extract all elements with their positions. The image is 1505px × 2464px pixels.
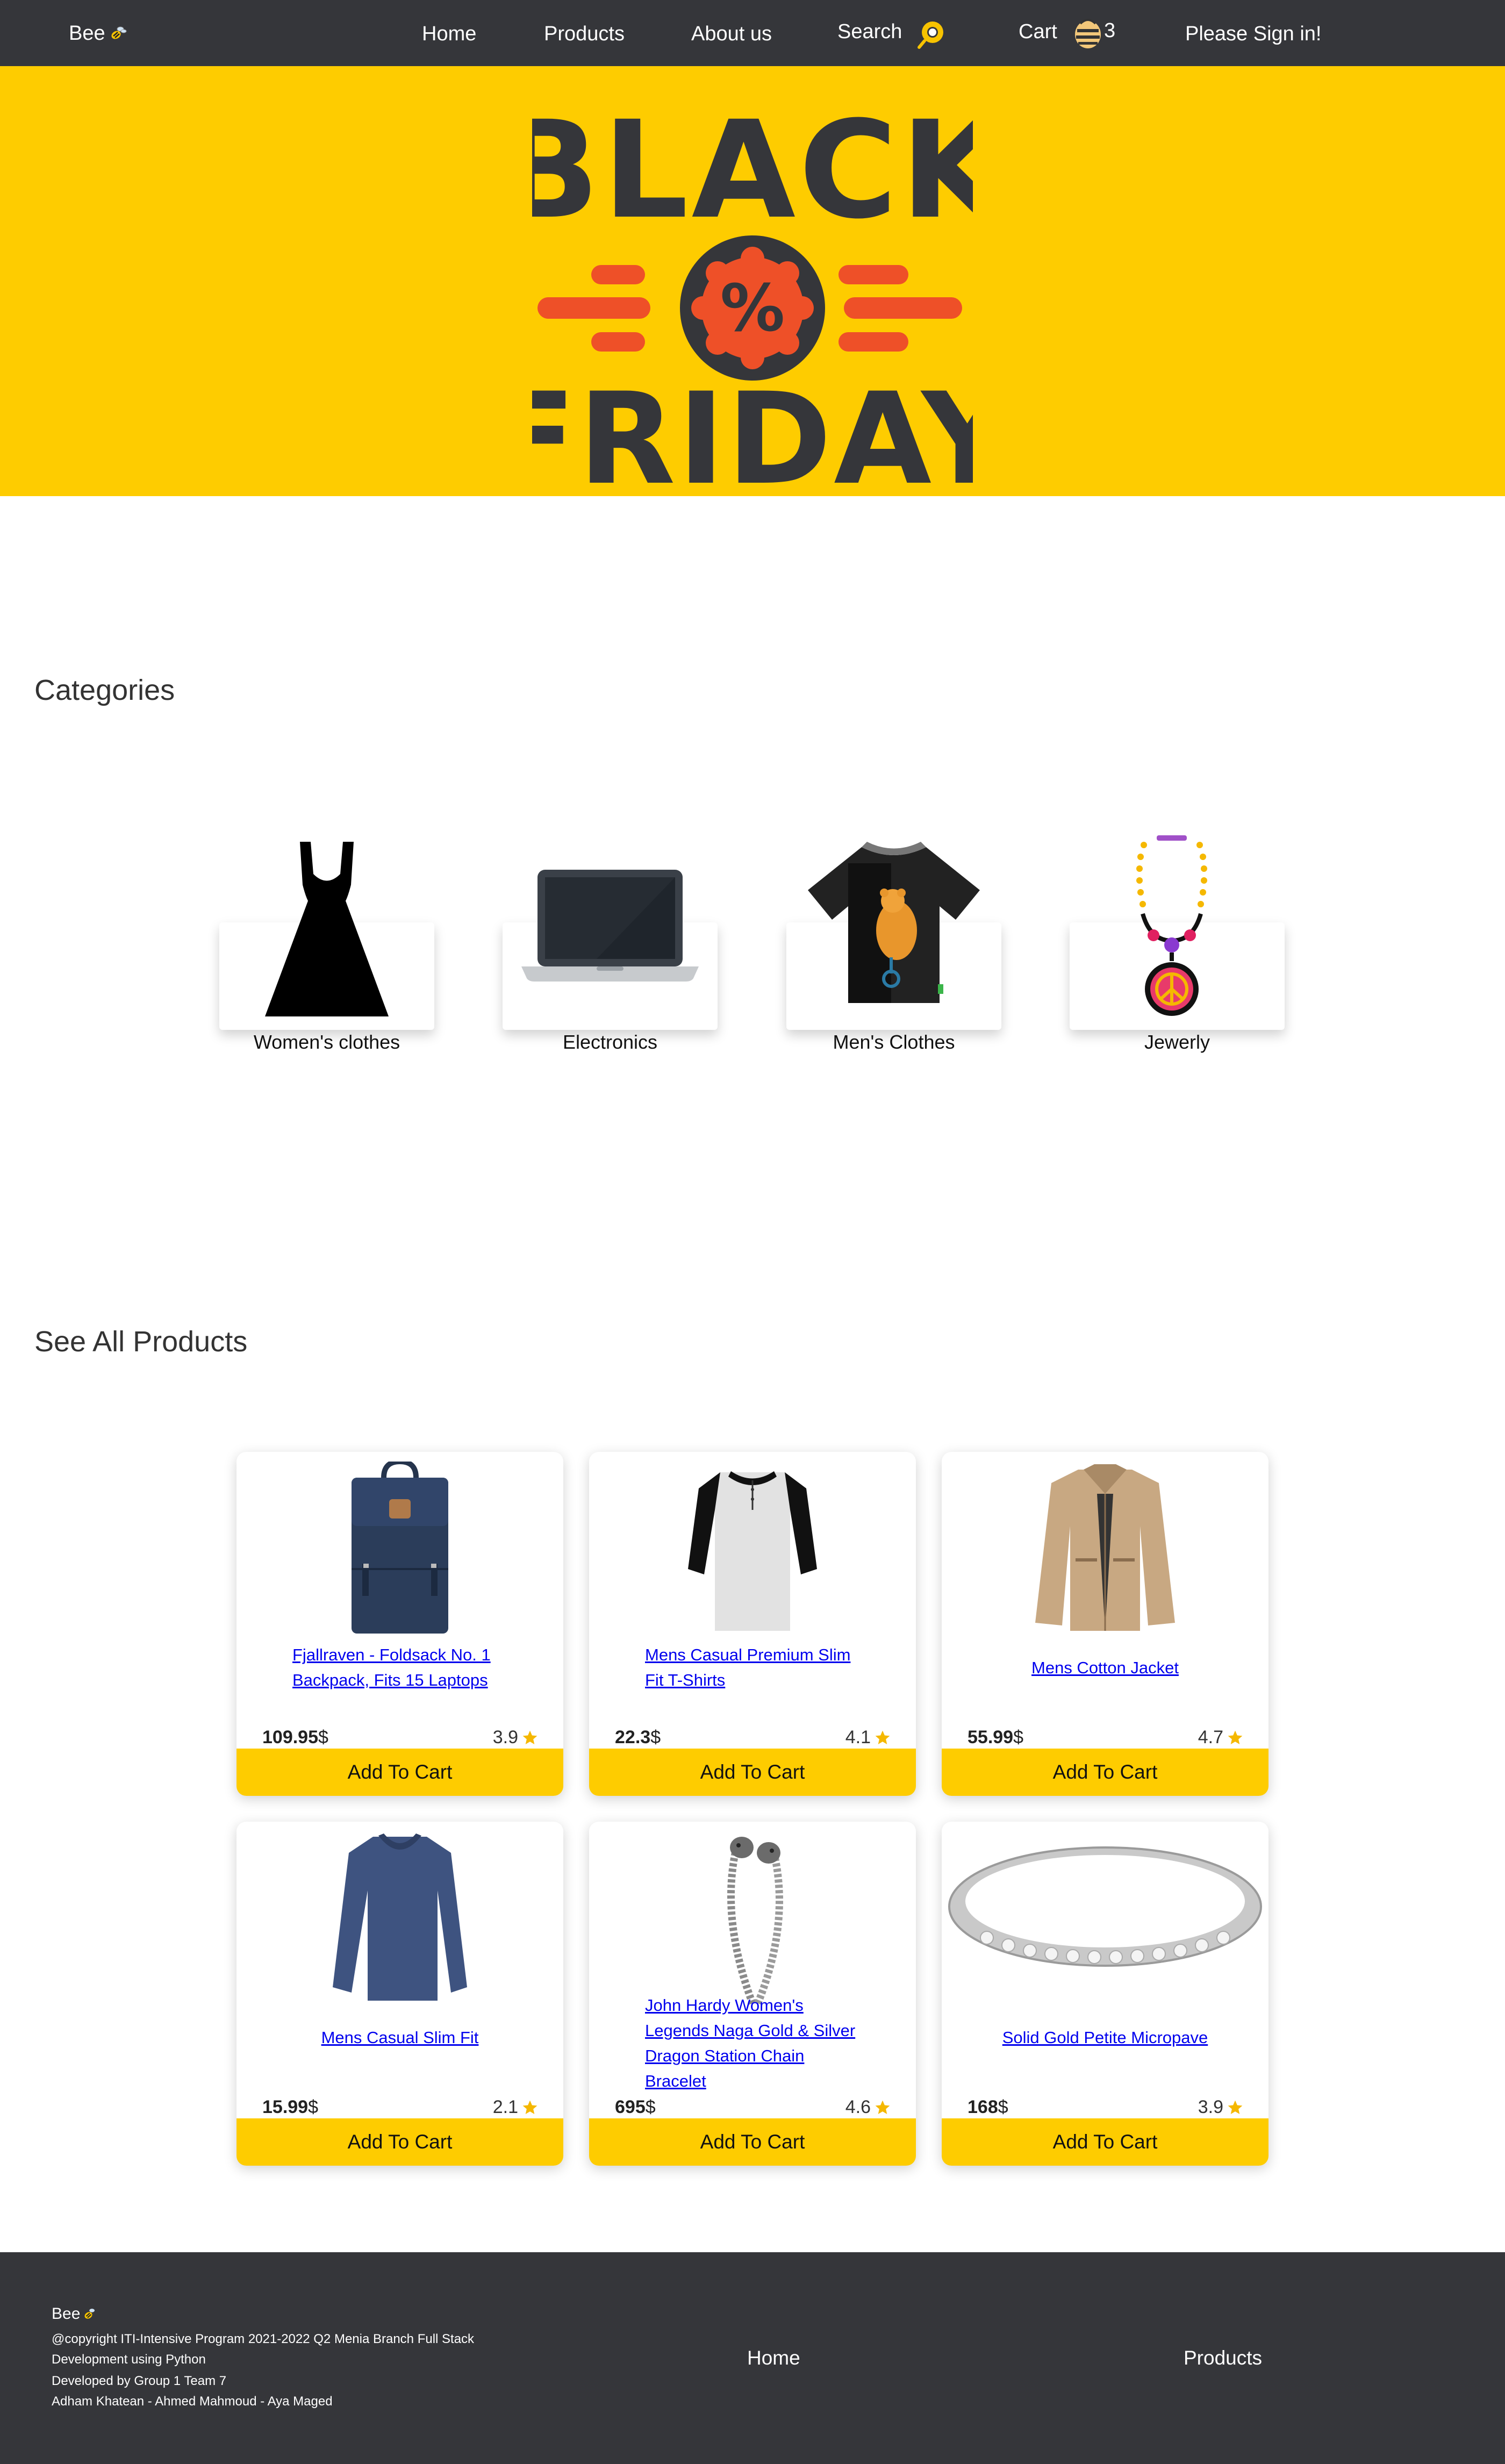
product-card: Solid Gold Petite Micropave 168$ 3.9 Add… xyxy=(942,1822,1268,2166)
product-image[interactable] xyxy=(236,1831,563,2009)
star-icon xyxy=(1228,1730,1243,1744)
product-rating: 4.6 xyxy=(845,2097,891,2118)
category-label: Women's clothes xyxy=(253,1031,400,1053)
product-rating: 4.1 xyxy=(845,1727,891,1748)
product-card: Mens Cotton Jacket 55.99$ 4.7 Add To Car… xyxy=(942,1452,1268,1796)
product-image[interactable] xyxy=(589,1831,916,2009)
products-title: See All Products xyxy=(34,1326,248,1358)
categories-title: Categories xyxy=(34,674,175,706)
product-card: John Hardy Women's Legends Naga Gold & S… xyxy=(589,1822,916,2166)
laptop-icon xyxy=(521,870,699,982)
hero-line-black: BLACK xyxy=(532,92,973,248)
svg-text:%: % xyxy=(720,271,785,346)
cart-count-badge: 3 xyxy=(1104,19,1116,42)
product-price: 168$ xyxy=(968,2097,1008,2117)
top-navbar: Bee Home Products About us Search Cart 3… xyxy=(0,0,1505,66)
product-price: 109.95$ xyxy=(262,1727,328,1747)
category-label: Men's Clothes xyxy=(833,1031,955,1053)
nav-products[interactable]: Products xyxy=(544,22,625,46)
product-title-link[interactable]: Fjallraven - Foldsack No. 1 Backpack, Fi… xyxy=(292,1642,507,1693)
bee-icon xyxy=(84,2309,95,2319)
add-to-cart-button[interactable]: Add To Cart xyxy=(942,1749,1268,1796)
backpack-icon xyxy=(352,1462,448,1634)
footer-copyright: @copyright ITI-Intensive Program 2021-20… xyxy=(52,2332,475,2346)
star-icon xyxy=(522,1730,538,1744)
product-image[interactable] xyxy=(236,1462,563,1639)
nav-search[interactable]: Search xyxy=(837,19,902,44)
product-title-link[interactable]: Mens Casual Slim Fit xyxy=(292,2025,507,2050)
product-title-link[interactable]: John Hardy Women's Legends Naga Gold & S… xyxy=(645,1993,860,2094)
add-to-cart-button[interactable]: Add To Cart xyxy=(589,2118,916,2166)
bee-icon xyxy=(109,24,127,42)
footer-developed-by: Developed by Group 1 Team 7 xyxy=(52,2374,227,2388)
dress-icon xyxy=(265,842,389,1016)
brand-logo[interactable]: Bee xyxy=(69,22,127,45)
star-icon xyxy=(522,2100,538,2114)
footer-authors: Adham Khatean - Ahmed Mahmoud - Aya Mage… xyxy=(52,2394,333,2409)
henley-shirt-icon xyxy=(688,1471,817,1631)
product-card: Mens Casual Premium Slim Fit T-Shirts 22… xyxy=(589,1452,916,1796)
product-title-link[interactable]: Mens Casual Premium Slim Fit T-Shirts xyxy=(645,1642,860,1693)
star-icon xyxy=(875,2100,890,2114)
product-price: 695$ xyxy=(615,2097,656,2117)
black-friday-banner: BLACK % FRIDAY xyxy=(0,66,1505,496)
add-to-cart-button[interactable]: Add To Cart xyxy=(236,1749,563,1796)
footer: Bee @copyright ITI-Intensive Program 202… xyxy=(0,2252,1505,2464)
product-card: Mens Casual Slim Fit 15.99$ 2.1 Add To C… xyxy=(236,1822,563,2166)
product-rating: 2.1 xyxy=(493,2097,539,2118)
product-image[interactable] xyxy=(942,1462,1268,1639)
footer-copyright-cont: Development using Python xyxy=(52,2352,206,2367)
longsleeve-shirt-icon xyxy=(333,1833,467,2001)
product-image[interactable] xyxy=(589,1462,916,1639)
nav-about[interactable]: About us xyxy=(691,22,772,46)
product-price: 55.99$ xyxy=(968,1727,1024,1747)
product-rating: 4.7 xyxy=(1198,1727,1244,1748)
ring-icon xyxy=(948,1846,1262,1967)
nav-cart[interactable]: Cart xyxy=(1019,19,1057,44)
product-image[interactable] xyxy=(942,1831,1268,2009)
search-icon[interactable] xyxy=(914,17,948,52)
necklace-icon xyxy=(1136,835,1207,1016)
category-label: Jewerly xyxy=(1144,1031,1210,1053)
star-icon xyxy=(875,1730,890,1744)
star-icon xyxy=(1228,2100,1243,2114)
nav-home[interactable]: Home xyxy=(422,22,476,46)
chain-bracelet-icon xyxy=(727,1837,783,2005)
product-price: 22.3$ xyxy=(615,1727,661,1747)
percent-badge-icon: % xyxy=(680,235,825,381)
footer-home-link[interactable]: Home xyxy=(747,2347,800,2369)
hero-line-friday: FRIDAY xyxy=(532,366,973,485)
product-price: 15.99$ xyxy=(262,2097,319,2117)
tshirt-icon xyxy=(808,842,980,1003)
product-card: Fjallraven - Foldsack No. 1 Backpack, Fi… xyxy=(236,1452,563,1796)
product-rating: 3.9 xyxy=(1198,2097,1244,2118)
footer-products-link[interactable]: Products xyxy=(1184,2347,1262,2369)
product-title-link[interactable]: Mens Cotton Jacket xyxy=(998,1655,1213,1680)
jacket-icon xyxy=(1035,1464,1175,1631)
add-to-cart-button[interactable]: Add To Cart xyxy=(589,1749,916,1796)
brand-name: Bee xyxy=(69,22,105,45)
category-label: Electronics xyxy=(562,1031,658,1053)
product-title-link[interactable]: Solid Gold Petite Micropave xyxy=(998,2025,1213,2050)
signin-link[interactable]: Please Sign in! xyxy=(1185,22,1322,46)
black-friday-logo: BLACK % FRIDAY xyxy=(532,92,973,485)
footer-brand: Bee xyxy=(52,2305,97,2323)
add-to-cart-button[interactable]: Add To Cart xyxy=(942,2118,1268,2166)
cart-icon[interactable] xyxy=(1073,16,1103,51)
add-to-cart-button[interactable]: Add To Cart xyxy=(236,2118,563,2166)
product-rating: 3.9 xyxy=(493,1727,539,1748)
